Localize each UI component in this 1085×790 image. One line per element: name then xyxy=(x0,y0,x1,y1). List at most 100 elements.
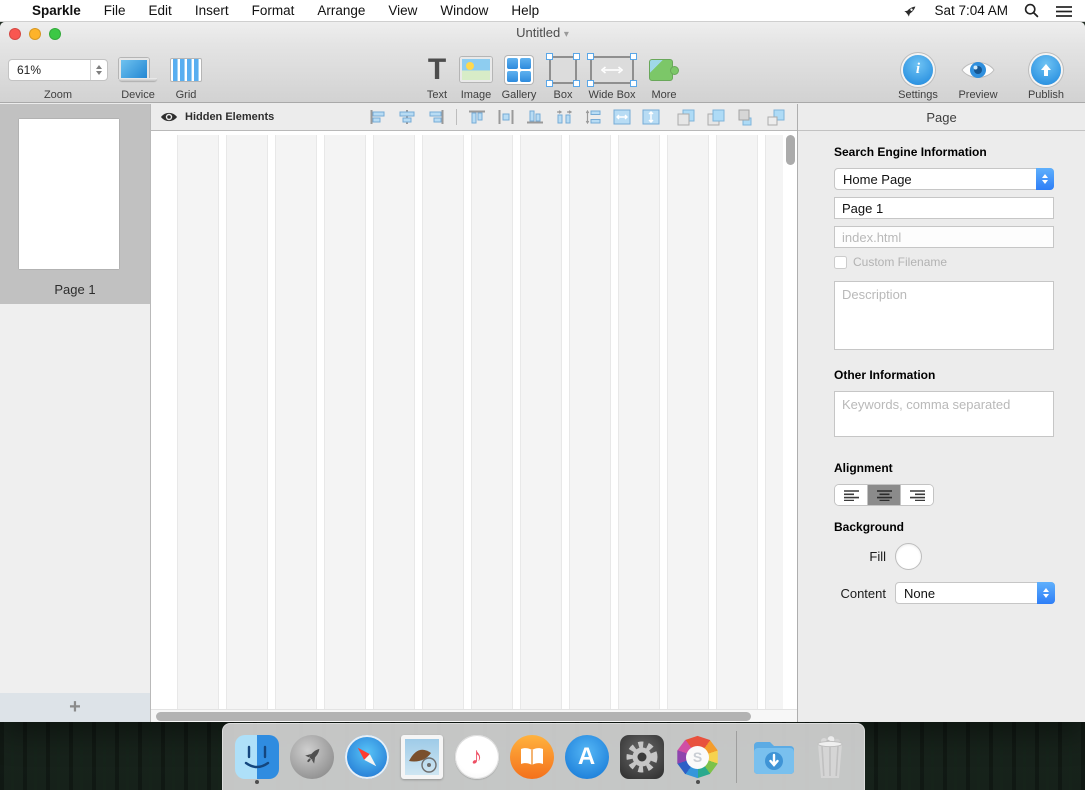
dock-system-preferences-icon[interactable] xyxy=(620,732,664,782)
menu-help[interactable]: Help xyxy=(511,3,539,18)
menu-app-sparkle[interactable]: Sparkle xyxy=(32,3,81,18)
background-content-value: None xyxy=(904,586,935,601)
send-backward-icon[interactable] xyxy=(737,108,755,126)
equal-width-icon[interactable] xyxy=(613,108,631,126)
plus-icon: + xyxy=(69,696,81,719)
page-list-item-selected[interactable]: Page 1 xyxy=(0,104,150,304)
pages-sidebar: Page 1 + xyxy=(0,104,150,722)
description-textarea[interactable] xyxy=(834,281,1054,350)
bring-forward-icon[interactable] xyxy=(707,108,725,126)
sparkle-rocket-menu-icon[interactable] xyxy=(902,3,918,19)
publish-upload-icon xyxy=(1031,53,1061,86)
page-type-popup[interactable]: Home Page xyxy=(834,168,1054,190)
dock-downloads-folder-icon[interactable] xyxy=(751,732,797,782)
menu-format[interactable]: Format xyxy=(252,3,295,18)
menu-arrange[interactable]: Arrange xyxy=(317,3,365,18)
dock-sparkle-icon[interactable]: S xyxy=(675,732,721,782)
menu-edit[interactable]: Edit xyxy=(149,3,172,18)
eye-icon xyxy=(160,111,178,123)
dock-launchpad-icon[interactable] xyxy=(290,732,334,782)
page-title-field[interactable] xyxy=(834,197,1054,219)
align-text-left-button[interactable] xyxy=(835,485,868,505)
fill-label: Fill xyxy=(834,549,886,564)
menu-view[interactable]: View xyxy=(388,3,417,18)
publish-button[interactable]: Publish xyxy=(1022,53,1070,101)
sparkle-app-window: Untitled ▾ 61% Zoom Device Grid T T xyxy=(0,22,1085,722)
menu-file[interactable]: File xyxy=(104,3,126,18)
align-right-icon[interactable] xyxy=(427,108,445,126)
send-to-back-icon[interactable] xyxy=(767,108,785,126)
fill-color-well[interactable] xyxy=(895,543,922,570)
background-section-heading: Background xyxy=(834,520,1056,534)
bring-to-front-icon[interactable] xyxy=(677,108,695,126)
settings-button[interactable]: i Settings xyxy=(894,53,942,101)
equal-height-icon[interactable] xyxy=(642,108,660,126)
dock-trash-icon[interactable] xyxy=(808,732,852,782)
dock-itunes-icon[interactable]: ♪ xyxy=(455,732,499,782)
page-thumbnail[interactable] xyxy=(19,119,119,269)
vertical-scrollbar[interactable] xyxy=(786,135,795,165)
distribute-horizontal-icon[interactable] xyxy=(497,108,515,126)
seo-section-heading: Search Engine Information xyxy=(834,145,1056,159)
menu-window[interactable]: Window xyxy=(440,3,488,18)
alignment-section-heading: Alignment xyxy=(834,461,1056,475)
zoom-stepper-icon[interactable] xyxy=(90,60,107,80)
preview-button[interactable]: Preview xyxy=(954,53,1002,101)
horizontal-scrollbar-thumb[interactable] xyxy=(156,712,751,721)
gallery-icon xyxy=(505,53,533,86)
toolbar-separator xyxy=(456,109,457,125)
running-indicator xyxy=(255,780,259,784)
wide-box-icon xyxy=(590,53,634,86)
dock: ♪ A S xyxy=(222,723,865,790)
notification-center-icon[interactable] xyxy=(1055,4,1073,18)
device-icon xyxy=(119,53,157,86)
insert-box-button[interactable]: Box xyxy=(546,53,580,101)
menu-bar: Sparkle File Edit Insert Format Arrange … xyxy=(0,0,1085,22)
insert-gallery-button[interactable]: Gallery xyxy=(496,53,542,101)
background-content-popup[interactable]: None xyxy=(895,582,1055,604)
zoom-control: 61% Zoom xyxy=(8,53,108,101)
title-chevron-down-icon: ▾ xyxy=(564,29,569,40)
grid-button[interactable]: Grid xyxy=(168,53,204,101)
align-center-horizontal-icon[interactable] xyxy=(398,108,416,126)
dock-app-store-icon[interactable]: A xyxy=(565,732,609,782)
preview-eye-icon xyxy=(960,53,996,86)
device-button[interactable]: Device xyxy=(118,53,158,101)
add-page-button[interactable]: + xyxy=(0,693,150,722)
app-store-a-glyph: A xyxy=(578,743,595,771)
insert-text-button[interactable]: T Text xyxy=(420,53,454,101)
page-type-value: Home Page xyxy=(843,172,912,187)
equal-spacing-vertical-icon[interactable] xyxy=(584,108,602,126)
inspector-title: Page xyxy=(798,104,1085,131)
insert-wide-box-button[interactable]: Wide Box xyxy=(584,53,640,101)
other-section-heading: Other Information xyxy=(834,368,1056,382)
align-bottom-icon[interactable] xyxy=(526,108,544,126)
align-text-right-button[interactable] xyxy=(901,485,933,505)
dock-ibooks-icon[interactable] xyxy=(510,732,554,782)
spotlight-search-icon[interactable] xyxy=(1024,3,1039,18)
horizontal-scrollbar-track[interactable] xyxy=(151,709,797,722)
dock-safari-icon[interactable] xyxy=(345,732,389,782)
custom-filename-checkbox[interactable] xyxy=(834,256,847,269)
window-titlebar[interactable]: Untitled ▾ xyxy=(0,22,1085,45)
popup-stepper-icon xyxy=(1037,582,1055,604)
grid-columns-overlay xyxy=(177,135,783,709)
equal-spacing-horizontal-icon[interactable] xyxy=(555,108,573,126)
text-icon: T xyxy=(428,53,446,86)
filename-field[interactable] xyxy=(834,226,1054,248)
insert-image-button[interactable]: Image xyxy=(457,53,495,101)
dock-mail-icon[interactable] xyxy=(400,732,444,782)
menu-insert[interactable]: Insert xyxy=(195,3,229,18)
menu-clock[interactable]: Sat 7:04 AM xyxy=(934,3,1008,18)
dock-separator xyxy=(736,731,737,783)
insert-more-button[interactable]: More xyxy=(646,53,682,101)
dock-finder-icon[interactable] xyxy=(235,732,279,782)
align-left-icon[interactable] xyxy=(369,108,387,126)
align-top-icon[interactable] xyxy=(468,108,486,126)
align-text-center-button-selected[interactable] xyxy=(868,485,901,505)
document-title[interactable]: Untitled ▾ xyxy=(0,25,1085,40)
design-canvas[interactable] xyxy=(151,131,797,722)
hidden-elements-toggle[interactable]: Hidden Elements xyxy=(160,111,274,123)
keywords-textarea[interactable] xyxy=(834,391,1054,437)
zoom-select[interactable]: 61% xyxy=(8,59,108,81)
